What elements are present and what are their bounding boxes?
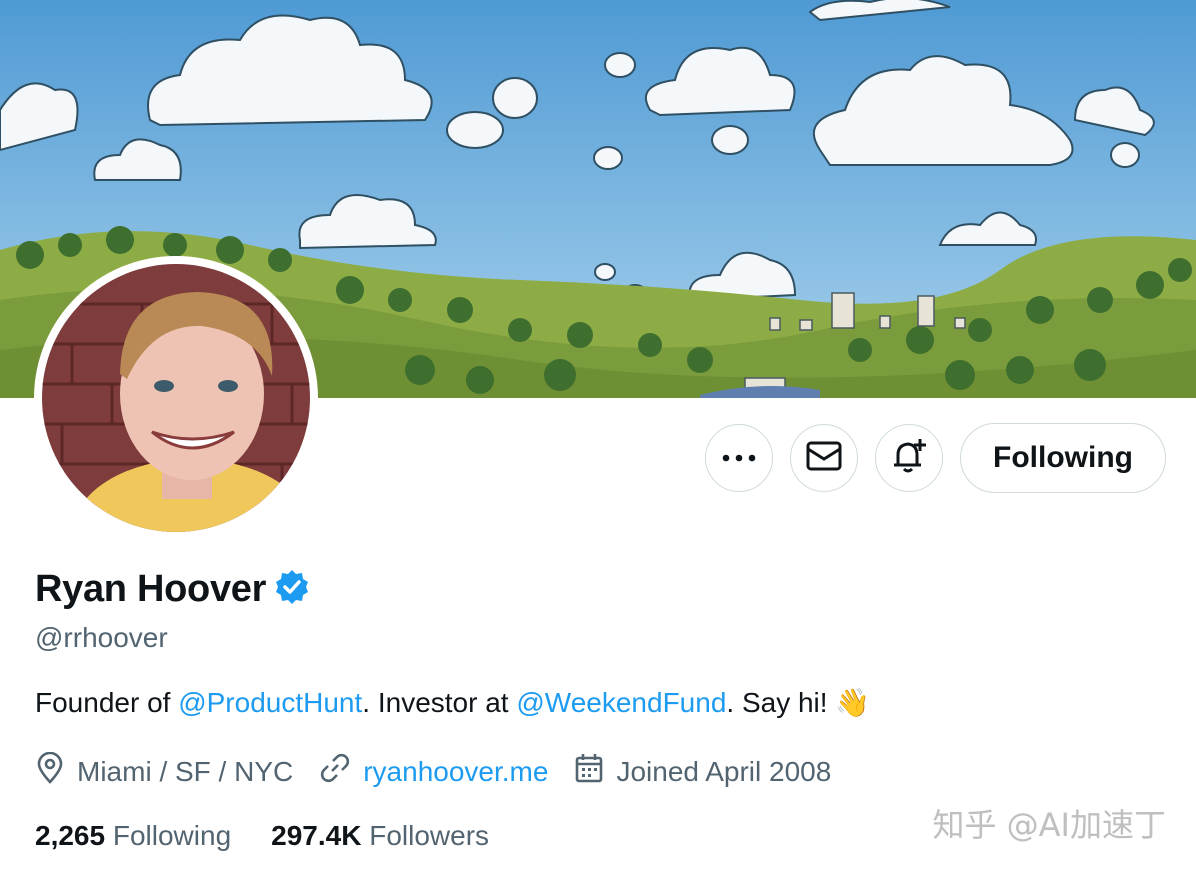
website-link[interactable]: ryanhoover.me	[363, 756, 548, 788]
notify-button[interactable]	[875, 424, 943, 492]
follow-stats: 2,265 Following 297.4K Followers	[35, 820, 529, 852]
joined-item: Joined April 2008	[574, 752, 831, 791]
bio-text: . Say hi!	[726, 686, 836, 718]
name-row: Ryan Hoover	[35, 568, 310, 611]
profile-meta: Miami / SF / NYC ryanhoover.me Joined Ap…	[35, 751, 857, 791]
profile-avatar[interactable]	[34, 256, 318, 540]
location-pin-icon	[35, 751, 77, 791]
waving-hand-emoji: 👋	[835, 687, 871, 718]
display-name: Ryan Hoover	[35, 568, 267, 610]
following-button[interactable]: Following	[960, 423, 1166, 493]
location-item: Miami / SF / NYC	[35, 751, 294, 791]
mail-icon	[806, 441, 842, 476]
website-item: ryanhoover.me	[319, 752, 548, 791]
followers-stat-link[interactable]: 297.4K Followers	[271, 820, 489, 852]
followers-label: Followers	[369, 820, 490, 851]
bell-plus-icon	[890, 437, 928, 480]
profile-bio: Founder of @ProductHunt . Investor at @W…	[35, 686, 870, 719]
message-button[interactable]	[790, 424, 858, 492]
location-text: Miami / SF / NYC	[77, 755, 294, 787]
mention-producthunt-link[interactable]: @ProductHunt	[178, 687, 362, 719]
verified-badge-icon[interactable]	[274, 569, 310, 610]
following-count: 2,265	[35, 820, 106, 851]
watermark-text: 知乎 @AI加速丁	[932, 806, 1166, 844]
profile-actions: Following	[705, 423, 1166, 493]
following-stat-link[interactable]: 2,265 Following	[35, 820, 231, 852]
followers-count: 297.4K	[271, 820, 362, 851]
bio-text: Founder of	[35, 686, 179, 718]
joined-date: Joined April 2008	[616, 755, 832, 787]
more-icon	[722, 449, 756, 467]
calendar-icon	[574, 752, 616, 791]
bio-text: . Investor at	[362, 686, 517, 718]
mention-weekendfund-link[interactable]: @WeekendFund	[516, 687, 726, 719]
user-handle: @rrhoover	[35, 622, 168, 653]
avatar-photo	[42, 264, 310, 532]
link-icon	[319, 752, 363, 791]
more-button[interactable]	[705, 424, 773, 492]
following-label: Following	[112, 820, 232, 851]
